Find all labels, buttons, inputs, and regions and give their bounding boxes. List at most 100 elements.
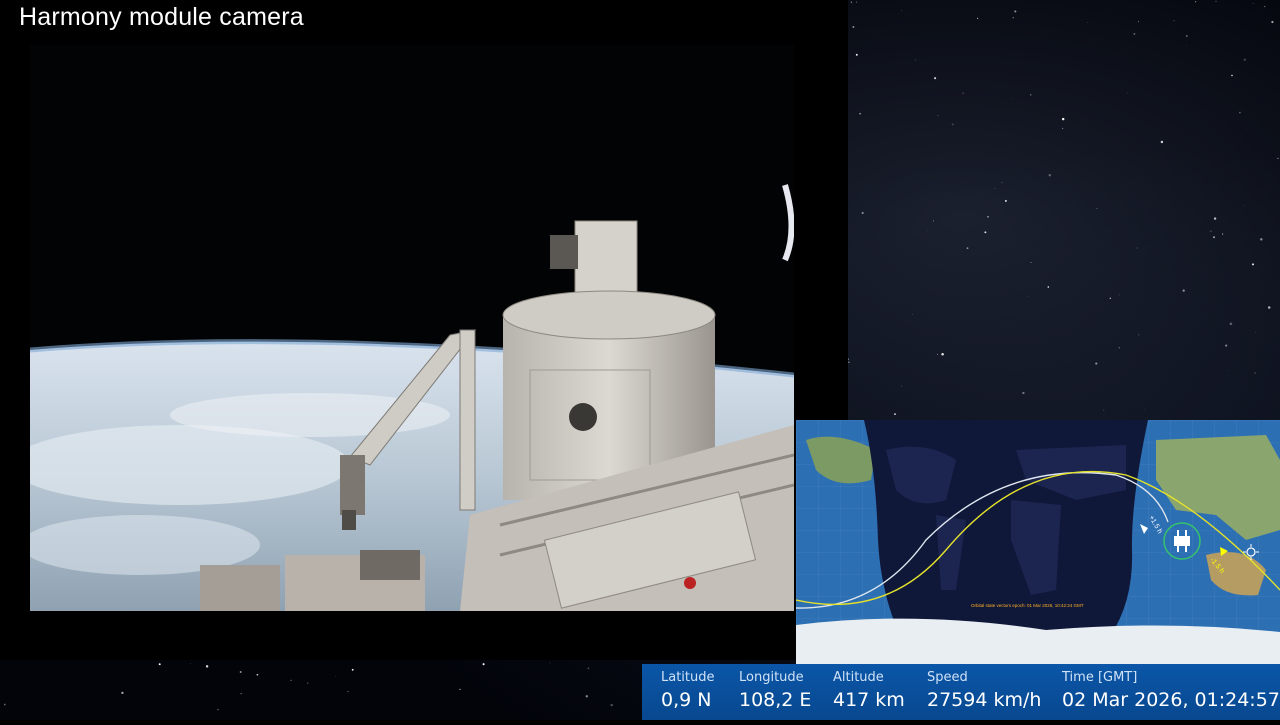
star [852,26,854,28]
star [1014,10,1016,12]
star [856,54,858,56]
star [1144,409,1145,410]
star [1095,363,1097,365]
star [851,1,852,2]
star [1268,306,1271,309]
star [1230,323,1233,326]
star [856,2,857,3]
star [1133,33,1135,35]
star [967,247,969,249]
star [290,680,291,681]
star [1110,298,1111,299]
star [1119,295,1120,296]
star [307,683,308,684]
star [994,188,995,189]
star [1127,93,1128,94]
telemetry-panel: Latitude 0,9 N Longitude 108,2 E Altitud… [642,664,1280,720]
longitude-label: Longitude [739,670,811,685]
star [610,704,612,706]
star [587,667,589,669]
star [987,216,989,218]
star [1222,233,1223,234]
star [159,663,161,665]
star [1210,231,1211,232]
star [549,663,550,664]
star [352,669,354,671]
star [335,676,336,677]
time-block: Time [GMT] 02 Mar 2026, 01:24:57 [1062,670,1280,711]
time-value: 02 Mar 2026, 01:24:57 [1062,689,1280,711]
star [933,220,934,221]
star [1138,334,1139,335]
star [217,709,218,710]
star [206,665,208,667]
star [483,663,485,665]
star [1244,236,1245,237]
star [240,671,242,673]
star [859,113,861,115]
star [1137,248,1138,249]
star [1271,21,1273,23]
star [1252,263,1254,265]
latitude-label: Latitude [661,670,715,685]
star [1174,20,1175,21]
star [1186,35,1188,37]
star [1244,59,1246,61]
star [1215,1,1216,2]
star [257,674,259,676]
star [347,691,348,692]
star [963,93,964,94]
star [1047,286,1049,288]
ground-track-map[interactable]: +1.5 h -1.5 h Orbital state vectors epoc… [796,420,1280,664]
star [1195,1,1196,2]
star [1244,205,1245,206]
star [1030,94,1031,95]
star [1225,345,1227,347]
star [1013,17,1014,18]
latitude-block: Latitude 0,9 N [661,670,715,711]
camera-feed[interactable] [30,45,794,611]
star [901,386,902,387]
star [1049,174,1051,176]
star [4,704,6,706]
longitude-block: Longitude 108,2 E [739,670,811,711]
star [916,60,917,61]
star [1022,392,1024,394]
star [977,18,978,19]
star [862,212,864,214]
star [1231,75,1232,76]
star [241,693,242,694]
longitude-value: 108,2 E [739,689,811,711]
star [1161,141,1163,143]
star [1255,372,1256,373]
star [848,361,850,363]
star [894,413,896,415]
star [938,115,939,116]
star [1118,347,1120,349]
star [1027,296,1028,297]
speed-value: 27594 km/h [927,689,1041,711]
star [1012,98,1013,99]
star [984,231,986,233]
star [1183,289,1185,291]
star [1260,238,1262,240]
altitude-block: Altitude 417 km [833,670,905,711]
altitude-label: Altitude [833,670,905,685]
star [952,123,954,125]
star [1239,112,1241,114]
star [1005,200,1007,202]
speed-label: Speed [927,670,1041,685]
star [1247,128,1248,129]
page-title: Harmony module camera [19,3,304,32]
star [190,663,191,664]
star [1277,158,1278,159]
map-epoch: Orbital state vectors epoch: 01 Mar 2026… [971,603,1084,608]
star [1214,217,1216,219]
star [1138,21,1139,22]
altitude-value: 417 km [833,689,905,711]
star [1264,6,1265,7]
time-label: Time [GMT] [1062,670,1280,685]
star [1062,128,1063,129]
star [912,314,913,315]
star [1031,262,1032,263]
